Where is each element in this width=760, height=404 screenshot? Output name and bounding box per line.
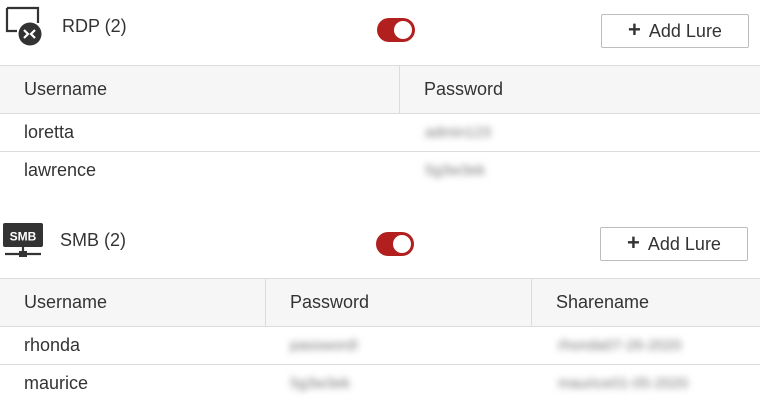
column-header-username[interactable]: Username xyxy=(0,279,266,326)
password-cell: password! xyxy=(290,337,359,354)
smb-table-header: Username Password Sharename xyxy=(0,279,760,327)
smb-table: Username Password Sharename rhonda passw… xyxy=(0,278,760,402)
smb-header: SMB SMB (2) + Add Lure xyxy=(0,213,760,278)
smb-share-icon: SMB xyxy=(2,219,44,261)
smb-add-lure-button[interactable]: + Add Lure xyxy=(600,227,748,261)
remote-desktop-icon xyxy=(4,5,46,47)
smb-section: SMB SMB (2) + Add Lure Username Password… xyxy=(0,213,760,402)
rdp-toggle[interactable] xyxy=(377,18,415,42)
plus-icon: + xyxy=(627,230,640,255)
sharename-cell: rhonda07-26-2020 xyxy=(558,337,682,354)
rdp-section: RDP (2) + Add Lure Username Password lor… xyxy=(0,0,760,189)
plus-icon: + xyxy=(628,17,641,42)
toggle-knob xyxy=(394,21,412,39)
username-cell: loretta xyxy=(24,122,75,142)
table-row[interactable]: lawrence 5g3w3ek xyxy=(0,152,760,189)
column-header-password[interactable]: Password xyxy=(400,66,760,113)
username-cell: rhonda xyxy=(24,335,81,355)
username-cell: maurice xyxy=(24,373,89,393)
password-cell: admin123 xyxy=(425,124,491,141)
table-row[interactable]: loretta admin123 xyxy=(0,114,760,152)
rdp-header: RDP (2) + Add Lure xyxy=(0,0,760,65)
username-cell: lawrence xyxy=(24,160,97,180)
password-cell: 5g3w3ek xyxy=(290,375,351,392)
sharename-cell: maurice01-05-2020 xyxy=(558,375,689,392)
add-lure-label: Add Lure xyxy=(647,233,721,254)
smb-title: SMB (2) xyxy=(60,230,127,250)
table-row[interactable]: rhonda password! rhonda07-26-2020 xyxy=(0,327,760,365)
rdp-table-header: Username Password xyxy=(0,66,760,114)
column-header-sharename[interactable]: Sharename xyxy=(532,279,760,326)
rdp-title: RDP (2) xyxy=(62,16,127,36)
rdp-table: Username Password loretta admin123 lawre… xyxy=(0,65,760,189)
column-header-username[interactable]: Username xyxy=(0,66,400,113)
smb-toggle[interactable] xyxy=(376,232,414,256)
add-lure-label: Add Lure xyxy=(648,20,722,41)
password-cell: 5g3w3ek xyxy=(425,162,486,179)
column-header-password[interactable]: Password xyxy=(266,279,532,326)
table-row[interactable]: maurice 5g3w3ek maurice01-05-2020 xyxy=(0,365,760,402)
toggle-knob xyxy=(393,235,411,253)
rdp-add-lure-button[interactable]: + Add Lure xyxy=(601,14,749,48)
smb-icon-label: SMB xyxy=(10,230,37,244)
